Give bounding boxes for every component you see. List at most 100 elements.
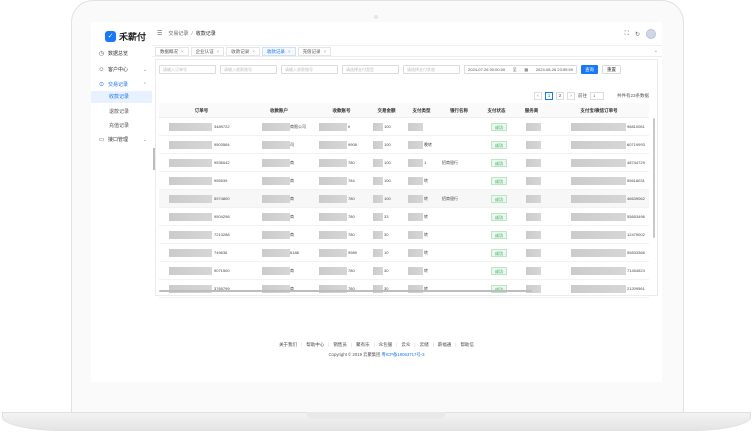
icp-link[interactable]: 粤ICP备19063717号-3 — [382, 352, 425, 357]
tag-enterprise-auth[interactable]: 企业认证 × — [190, 46, 225, 56]
table-vertical-scrollbar[interactable] — [653, 118, 655, 238]
reset-button[interactable]: 重置 — [602, 65, 621, 74]
table-row[interactable]: 9503564 司 9908 100 晚转 成功 60719993 — [159, 136, 649, 154]
status-badge: 成功 — [491, 231, 507, 239]
order-number-input[interactable]: 请输入订单号 — [159, 65, 216, 74]
page-1[interactable]: 1 — [544, 92, 553, 100]
cell-payee-account: 商 — [244, 190, 314, 207]
footer-link[interactable]: 云众 — [401, 342, 410, 348]
cell-pay-type: 转 — [404, 208, 439, 225]
table-row[interactable]: 749636 6188 9989 10 转 成功 55833366 — [159, 244, 649, 262]
cell-provider — [514, 262, 549, 279]
cell-text: 30 — [384, 286, 389, 291]
col-order: 订单号 — [194, 108, 209, 113]
cell-text: 3489722 — [214, 124, 230, 129]
redacted-block — [373, 249, 383, 257]
menu-fold-icon[interactable]: ☰ — [157, 30, 162, 37]
cell-order: 9503564 — [159, 136, 244, 153]
table-row[interactable]: 7213288 商 780 30 转 成功 12479002 — [159, 226, 649, 244]
close-icon[interactable]: × — [181, 48, 184, 55]
table-row[interactable]: 5974800 商 780 100 转 招商银行 成功 46639062 — [159, 190, 649, 208]
tag-receipts-active[interactable]: 收款记录 × — [261, 46, 296, 56]
prev-page-button[interactable]: ‹ — [533, 92, 542, 100]
payment-type-select[interactable]: 请选择支付类型 — [342, 65, 399, 74]
cell-external-order: 55618031 — [549, 172, 649, 189]
app-logo[interactable]: ✓ 禾薪付 — [105, 30, 146, 43]
records-table: 订单号 收款账户 收款账号 交易金额 支付类型 银行名称 支付状态 服务商 支付… — [159, 103, 649, 298]
table-row[interactable]: 9504298 商 780 33 转 成功 55653496 — [159, 208, 649, 226]
chevron-down-icon[interactable]: ⌄ — [654, 48, 658, 54]
cell-text: 100 — [384, 160, 391, 165]
payee-number-input[interactable]: 请输入收款账号 — [281, 65, 338, 74]
cell-bank — [439, 208, 479, 225]
webcam — [374, 15, 378, 19]
avatar[interactable] — [646, 29, 656, 39]
footer-link[interactable]: 帮助中心 — [306, 342, 324, 348]
date-range-picker[interactable]: 2024-07-26 00:00:00 至 ▦ 2024-08-26 23:59… — [464, 65, 577, 74]
cell-status: 成功 — [479, 262, 514, 279]
cell-payee-number: 9989 — [314, 244, 369, 261]
footer-link[interactable]: 众包服 — [379, 342, 393, 348]
page-2[interactable]: 2 — [555, 92, 564, 100]
footer-link[interactable]: 薪福通 — [438, 342, 452, 348]
sidebar-subitem-refunds[interactable]: 退款记录 — [91, 106, 152, 118]
cell-payee-number: 784 — [314, 172, 369, 189]
cell-text: 1 — [424, 160, 427, 165]
sidebar-subitem-receipts[interactable]: 收款记录 — [91, 91, 152, 103]
redacted-block — [319, 123, 347, 131]
sidebar-item-api[interactable]: ▭ 接口管理 ⌄ — [91, 133, 152, 146]
tag-recharge[interactable]: 充值记录 × — [297, 46, 332, 56]
refresh-icon[interactable]: ↻ — [635, 31, 640, 38]
query-button[interactable]: 查询 — [581, 65, 598, 74]
cell-text: 司 — [290, 142, 294, 147]
redacted-block — [571, 195, 626, 203]
cell-provider — [514, 118, 549, 135]
close-icon[interactable]: × — [252, 48, 255, 55]
breadcrumb-parent[interactable]: 交易记录 — [168, 30, 188, 37]
sidebar-item-customers[interactable]: ☺ 客户中心 ⌄ — [91, 63, 152, 76]
table-row[interactable]: 3489722 商限公司 ri 100 成功 98810061 — [159, 118, 649, 136]
cell-provider — [514, 154, 549, 171]
sidebar-item-overview[interactable]: ◷ 数据总览 — [91, 47, 152, 60]
table-horizontal-scrollbar[interactable] — [159, 290, 532, 292]
footer-link[interactable]: 云储 — [420, 342, 429, 348]
redacted-block — [526, 231, 541, 239]
cell-order: 7213288 — [159, 226, 244, 243]
table-row[interactable]: 3769799 商 780 30 转 成功 21209561 — [159, 280, 649, 298]
cell-text: 9504298 — [214, 214, 230, 219]
cell-payee-account: 商 — [244, 154, 314, 171]
footer-link[interactable]: 销售员 — [333, 342, 347, 348]
page-jump-input[interactable]: 1 — [589, 92, 604, 100]
cell-external-order: 46639062 — [549, 190, 649, 207]
close-icon[interactable]: × — [217, 48, 220, 55]
cell-text: 21209561 — [627, 286, 645, 291]
cell-external-order: 98810061 — [549, 118, 649, 135]
footer-link[interactable]: 帮助信 — [460, 342, 474, 348]
payee-account-input[interactable]: 请输入收款账号 — [220, 65, 277, 74]
redacted-block — [571, 267, 626, 275]
tag-overview[interactable]: 数据概况 × — [155, 46, 189, 56]
table-row[interactable]: 9071500 商 780 30 转 成功 71454524 — [159, 262, 649, 280]
cell-external-order: 71454524 — [549, 262, 649, 279]
footer-link[interactable]: 聚有乐 — [356, 342, 370, 348]
cell-amount: 30 — [369, 226, 404, 243]
close-icon[interactable]: × — [324, 48, 327, 55]
sidebar-item-transactions[interactable]: ⊙ 交易记录 ⌃ — [91, 78, 152, 91]
sidebar-subitem-recharge[interactable]: 充值记录 — [91, 120, 152, 132]
cell-amount: 10 — [369, 244, 404, 261]
status-badge: 成功 — [491, 177, 507, 185]
payment-status-select[interactable]: 请选择支付状态 — [403, 65, 460, 74]
fullscreen-icon[interactable]: ⛶ — [625, 31, 629, 38]
footer-link[interactable]: 关于我们 — [279, 342, 297, 348]
table-row[interactable]: 955539 商 784 100 转 成功 55618031 — [159, 172, 649, 190]
footer-links: 关于我们 | 帮助中心 | 销售员 | 聚有乐 | 众包服 | 云众 | 云储 | 薪福通 | 帮助信 — [91, 342, 662, 348]
monitor-icon: ▭ — [98, 137, 105, 143]
redacted-block — [408, 123, 423, 131]
close-icon[interactable]: × — [288, 48, 291, 55]
table-row[interactable]: 9536042 商 780 100 1 招商银行 成功 48744729 — [159, 154, 649, 172]
next-page-button[interactable]: › — [566, 92, 575, 100]
tag-receipts[interactable]: 收款记录 × — [226, 46, 260, 56]
redacted-block — [526, 267, 541, 275]
redacted-block — [262, 141, 290, 149]
cell-text: 7213288 — [214, 232, 230, 237]
